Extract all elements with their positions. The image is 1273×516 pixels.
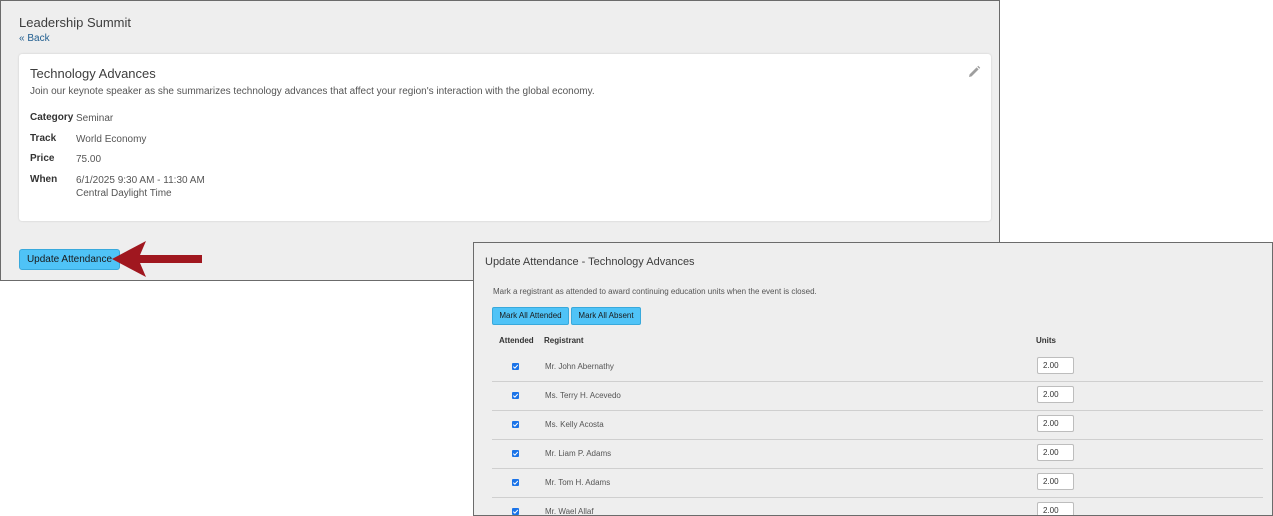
units-input[interactable] xyxy=(1037,415,1074,432)
arrow-annotation-icon xyxy=(112,241,202,277)
detail-value: 6/1/2025 9:30 AM - 11:30 AM xyxy=(76,175,205,186)
table-row: Mr. Tom H. Adams xyxy=(492,469,1263,498)
attended-checkbox[interactable] xyxy=(512,508,519,515)
detail-timezone: Central Daylight Time xyxy=(76,188,172,199)
attended-checkbox[interactable] xyxy=(512,421,519,428)
session-title: Technology Advances xyxy=(30,66,156,81)
detail-label: When xyxy=(30,174,58,185)
registrant-list: Mr. John Abernathy Ms. Terry H. Acevedo … xyxy=(492,353,1263,516)
mark-all-attended-button[interactable]: Mark All Attended xyxy=(492,307,569,325)
registrant-name: Mr. Wael Allaf xyxy=(545,507,594,516)
update-attendance-modal: Update Attendance - Technology Advances … xyxy=(473,242,1273,516)
pencil-icon[interactable] xyxy=(967,65,981,79)
column-header-registrant: Registrant xyxy=(544,336,584,345)
registrant-name: Ms. Terry H. Acevedo xyxy=(545,391,621,400)
units-input[interactable] xyxy=(1037,473,1074,490)
attended-checkbox[interactable] xyxy=(512,392,519,399)
attended-checkbox[interactable] xyxy=(512,450,519,457)
attended-checkbox[interactable] xyxy=(512,479,519,486)
column-header-units: Units xyxy=(1036,336,1056,345)
update-attendance-button[interactable]: Update Attendance xyxy=(19,249,120,270)
detail-value: World Economy xyxy=(76,134,147,145)
detail-value: 75.00 xyxy=(76,154,102,165)
registrant-name: Mr. John Abernathy xyxy=(545,362,614,371)
registrant-name: Mr. Liam P. Adams xyxy=(545,449,612,458)
detail-label: Track xyxy=(30,133,57,144)
mark-all-absent-button[interactable]: Mark All Absent xyxy=(571,307,641,325)
back-link[interactable]: « Back xyxy=(19,33,50,44)
session-card: Technology Advances Join our keynote spe… xyxy=(19,54,991,221)
table-row: Ms. Terry H. Acevedo xyxy=(492,382,1263,411)
units-input[interactable] xyxy=(1037,386,1074,403)
detail-label: Category xyxy=(30,112,74,123)
modal-description: Mark a registrant as attended to award c… xyxy=(493,287,817,296)
units-input[interactable] xyxy=(1037,502,1074,515)
page-title: Leadership Summit xyxy=(19,15,131,30)
registrant-name: Ms. Kelly Acosta xyxy=(545,420,604,429)
event-page-panel: Leadership Summit « Back Technology Adva… xyxy=(0,0,1000,281)
table-row: Mr. Wael Allaf xyxy=(492,498,1263,516)
units-input[interactable] xyxy=(1037,444,1074,461)
registrant-name: Mr. Tom H. Adams xyxy=(545,478,611,487)
modal-title: Update Attendance - Technology Advances xyxy=(485,256,695,268)
table-row: Mr. John Abernathy xyxy=(492,353,1263,382)
detail-label: Price xyxy=(30,153,55,164)
attended-checkbox[interactable] xyxy=(512,363,519,370)
detail-value: Seminar xyxy=(76,113,114,124)
session-description: Join our keynote speaker as she summariz… xyxy=(30,86,595,97)
units-input[interactable] xyxy=(1037,357,1074,374)
table-row: Ms. Kelly Acosta xyxy=(492,411,1263,440)
column-header-attended: Attended xyxy=(499,336,534,345)
table-row: Mr. Liam P. Adams xyxy=(492,440,1263,469)
